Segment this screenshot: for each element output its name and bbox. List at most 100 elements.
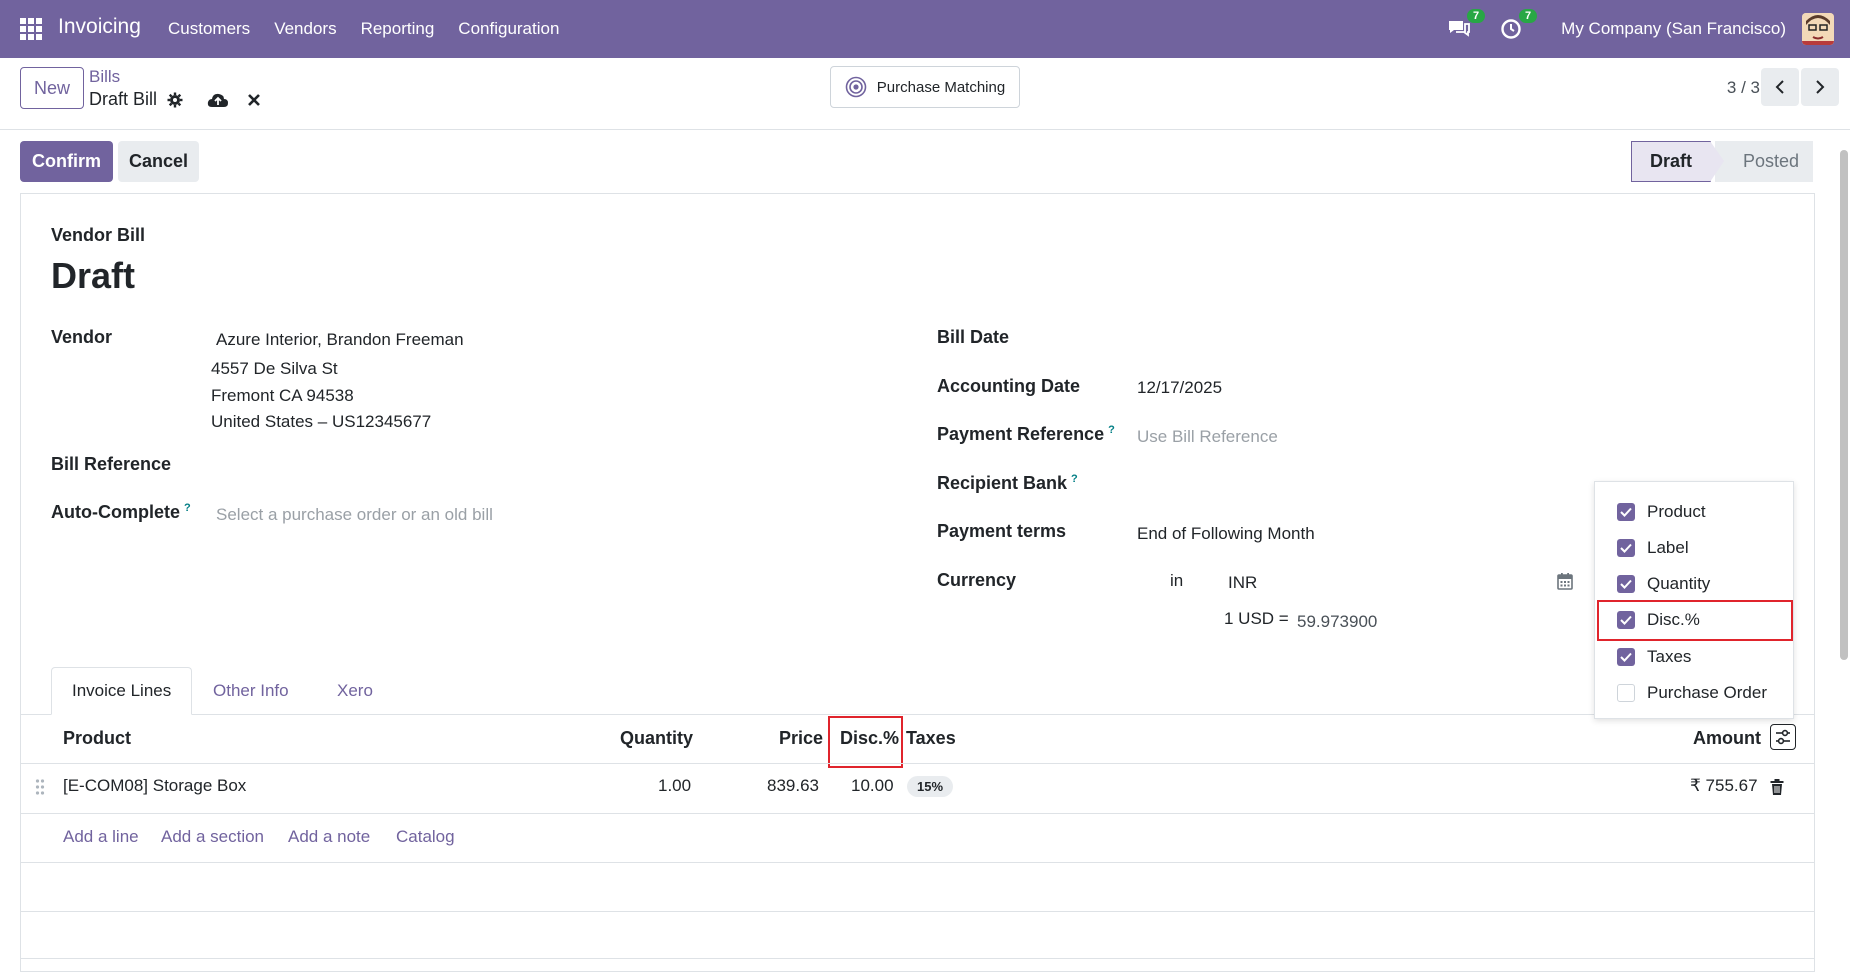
- gear-icon[interactable]: [167, 92, 183, 108]
- vendor-address-line3: United States – US12345677: [211, 412, 432, 431]
- column-option-taxes[interactable]: Taxes: [1617, 644, 1691, 670]
- checkbox-checked-icon[interactable]: [1617, 539, 1635, 557]
- tab-invoice-lines[interactable]: Invoice Lines: [51, 667, 193, 715]
- breadcrumb-current: Draft Bill: [89, 89, 261, 110]
- catalog-link[interactable]: Catalog: [396, 827, 455, 847]
- company-switcher[interactable]: My Company (San Francisco): [1561, 19, 1786, 39]
- pager-previous-button[interactable]: [1761, 68, 1799, 106]
- row-product[interactable]: [E-COM08] Storage Box: [63, 776, 246, 796]
- user-avatar[interactable]: [1802, 13, 1834, 45]
- payment-terms-field[interactable]: End of Following Month: [1137, 524, 1315, 544]
- auto-complete-input[interactable]: Select a purchase order or an old bill: [216, 505, 493, 525]
- tab-xero[interactable]: Xero: [317, 667, 393, 715]
- row-quantity[interactable]: 1.00: [658, 776, 691, 796]
- target-icon: [845, 76, 867, 98]
- tab-other-info[interactable]: Other Info: [193, 667, 309, 715]
- auto-complete-label-text: Auto-Complete: [51, 502, 180, 522]
- drag-handle-icon[interactable]: [35, 778, 45, 796]
- payment-reference-input[interactable]: Use Bill Reference: [1137, 427, 1278, 447]
- navbar-systray: 7 7 My Company (San Francisco): [1445, 0, 1850, 58]
- bill-date-field[interactable]: [1137, 325, 1557, 351]
- add-note-link[interactable]: Add a note: [288, 827, 370, 847]
- payment-reference-label: Payment Reference?: [937, 424, 1115, 445]
- pager-next-button[interactable]: [1801, 68, 1839, 106]
- page-title: Draft: [51, 255, 136, 296]
- chat-icon: [1449, 21, 1471, 37]
- accounting-date-label: Accounting Date: [937, 376, 1081, 396]
- column-option-purchase-order[interactable]: Purchase Order: [1617, 680, 1767, 706]
- column-header-price[interactable]: Price: [779, 728, 823, 749]
- row-price[interactable]: 839.63: [767, 776, 819, 796]
- top-navbar: Invoicing Customers Vendors Reporting Co…: [0, 0, 1850, 58]
- tax-badge[interactable]: 15%: [907, 776, 954, 797]
- menu-vendors[interactable]: Vendors: [274, 19, 336, 39]
- payment-reference-label-text: Payment Reference: [937, 424, 1105, 444]
- recipient-bank-label: Recipient Bank?: [937, 473, 1078, 494]
- column-option-label: Quantity: [1647, 574, 1711, 593]
- table-divider: [20, 911, 1815, 912]
- column-option-label-field[interactable]: Label: [1617, 535, 1689, 561]
- column-header-taxes[interactable]: Taxes: [906, 728, 956, 749]
- add-section-link[interactable]: Add a section: [161, 827, 264, 847]
- bill-date-label: Bill Date: [937, 327, 1010, 347]
- app-name[interactable]: Invoicing: [58, 15, 141, 39]
- bill-reference-label: Bill Reference: [51, 454, 172, 474]
- checkbox-unchecked-icon[interactable]: [1617, 684, 1635, 702]
- messages-button[interactable]: 7: [1445, 9, 1486, 43]
- recipient-bank-field[interactable]: [1137, 471, 1557, 497]
- notebook-tabs: Invoice Lines Other Info Xero: [20, 667, 1815, 715]
- checkbox-checked-icon[interactable]: [1617, 503, 1635, 521]
- sliders-icon: [1776, 729, 1790, 745]
- activities-button[interactable]: 7: [1497, 9, 1538, 43]
- rate-value[interactable]: 59.973900: [1297, 612, 1377, 632]
- scrollbar-thumb[interactable]: [1840, 150, 1848, 660]
- vendor-address-line1: 4557 De Silva St: [211, 359, 338, 378]
- menu-configuration[interactable]: Configuration: [458, 19, 559, 39]
- status-posted[interactable]: Posted: [1715, 141, 1813, 182]
- add-line-link[interactable]: Add a line: [63, 827, 139, 847]
- column-option-product[interactable]: Product: [1617, 499, 1706, 525]
- vendor-address-line2: Fremont CA 94538: [211, 386, 354, 405]
- apps-menu-icon[interactable]: [20, 18, 44, 40]
- discard-x-icon[interactable]: [247, 93, 261, 107]
- purchase-matching-label: Purchase Matching: [876, 78, 1006, 96]
- table-divider: [20, 862, 1815, 863]
- confirm-button[interactable]: Confirm: [20, 141, 113, 182]
- help-tooltip-icon[interactable]: ?: [184, 502, 191, 514]
- menu-reporting[interactable]: Reporting: [361, 19, 435, 39]
- bill-reference-field[interactable]: [216, 452, 916, 478]
- table-divider: [20, 958, 1815, 959]
- cancel-button[interactable]: Cancel: [118, 141, 199, 182]
- activities-count-badge: 7: [1519, 9, 1538, 23]
- chevron-right-icon: [1816, 80, 1825, 94]
- breadcrumb-bills[interactable]: Bills: [89, 67, 120, 87]
- purchase-matching-button[interactable]: Purchase Matching: [830, 66, 1020, 108]
- document-type: Vendor Bill: [51, 225, 146, 245]
- vendor-label: Vendor: [51, 327, 113, 347]
- calendar-icon[interactable]: [1557, 572, 1573, 590]
- main-menu: Customers Vendors Reporting Configuratio…: [168, 19, 559, 39]
- menu-customers[interactable]: Customers: [168, 19, 250, 39]
- checkbox-checked-icon[interactable]: [1617, 648, 1635, 666]
- column-header-amount[interactable]: Amount: [1693, 728, 1761, 749]
- save-cloud-icon[interactable]: [207, 92, 229, 108]
- pager-value[interactable]: 3 / 3: [1727, 78, 1760, 98]
- new-button[interactable]: New: [20, 67, 85, 109]
- vendor-field[interactable]: Azure Interior, Brandon Freeman: [216, 330, 464, 350]
- column-header-quantity[interactable]: Quantity: [620, 728, 693, 749]
- column-option-quantity[interactable]: Quantity: [1617, 571, 1710, 597]
- checkbox-checked-icon[interactable]: [1617, 575, 1635, 593]
- row-discount[interactable]: 10.00: [851, 776, 894, 796]
- trash-icon[interactable]: [1770, 779, 1784, 795]
- accounting-date-field[interactable]: 12/17/2025: [1137, 378, 1222, 398]
- currency-label: Currency: [937, 570, 1017, 590]
- status-draft[interactable]: Draft: [1631, 141, 1711, 182]
- clock-icon: [1501, 19, 1521, 39]
- help-tooltip-icon[interactable]: ?: [1071, 473, 1078, 485]
- currency-in-text: in: [1170, 571, 1184, 590]
- column-option-label: Product: [1647, 502, 1706, 521]
- help-tooltip-icon[interactable]: ?: [1108, 424, 1115, 436]
- column-header-product[interactable]: Product: [63, 728, 131, 749]
- optional-columns-toggle[interactable]: [1770, 724, 1796, 750]
- currency-field[interactable]: INR: [1228, 573, 1257, 593]
